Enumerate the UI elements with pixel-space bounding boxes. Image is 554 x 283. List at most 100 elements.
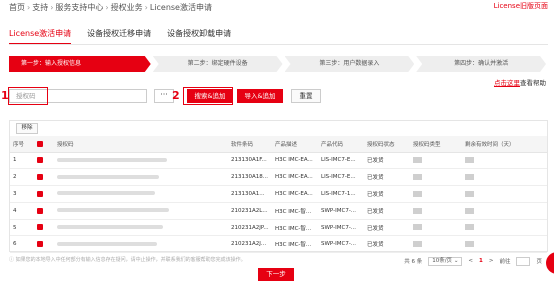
next-page-button[interactable]: > (489, 258, 494, 264)
step-progress: 第一步：输入授权信息 第二步：绑定硬件设备 第三步：用户数据录入 第四步：确认并… (9, 56, 548, 72)
row-code: SWP-IMC7-... (318, 235, 364, 254)
table-row[interactable]: 1 213130A1F... H3C IMC-EA... LIS-IMC7-E.… (10, 152, 547, 170)
row-status: 已发货 (364, 185, 410, 203)
row-code: LIS-IMC7-1... (318, 185, 364, 203)
row-code: LIS-IMC7-E... (318, 152, 364, 170)
row-checkbox[interactable] (37, 190, 43, 197)
breadcrumb-service-center[interactable]: 服务支持中心 (55, 3, 103, 12)
row-checkbox[interactable] (37, 157, 43, 164)
row-desc: H3C IMC-EA... (272, 185, 318, 203)
row-index: 5 (10, 219, 34, 237)
prev-page-button[interactable]: < (468, 258, 473, 264)
row-barcode: 210231A2JP... (228, 219, 272, 237)
row-status: 已发货 (364, 219, 410, 237)
row-desc: H3C IMC-智... (272, 235, 318, 254)
col-software-barcode: 软件条码 (228, 136, 272, 153)
redacted-remaining-days (465, 190, 474, 197)
row-code: LIS-IMC7-E... (318, 168, 364, 187)
row-checkbox[interactable] (37, 207, 43, 214)
goto-label: 前往 (499, 259, 511, 265)
annotation-box-1 (8, 87, 48, 105)
row-barcode: 210231A2L... (228, 202, 272, 220)
redacted-license-type (413, 173, 422, 180)
step-2: 第二步：绑定硬件设备 (153, 56, 283, 72)
redacted-license-type (413, 224, 422, 231)
row-desc: H3C IMC-智... (272, 219, 318, 237)
row-status: 已发货 (364, 202, 410, 220)
col-license-status: 授权码状态 (364, 136, 410, 153)
license-table: 序号 授权码 软件条码 产品描述 产品代码 授权码状态 授权码类型 剩余有效时间… (10, 136, 547, 254)
redacted-remaining-days (465, 241, 474, 248)
row-code: SWP-IMC7-... (318, 202, 364, 220)
page-number-current[interactable]: 1 (479, 258, 483, 264)
annotation-number-1: 1 (1, 89, 9, 102)
table-row[interactable]: 2 213130A18... H3C IMC-EA... LIS-IMC7-E.… (10, 168, 547, 187)
select-all-checkbox[interactable] (37, 140, 43, 147)
row-desc: H3C IMC-EA... (272, 152, 318, 170)
notice-label: 如果您的本地导入中任何部分有输入信息存在疑问，请中止操作，并联系我们的客服帮助您… (15, 257, 246, 263)
breadcrumb: 首页 › 支持 › 服务支持中心 › 授权业务 › License激活申请 (9, 2, 212, 13)
breadcrumb-separator: › (27, 3, 31, 12)
info-icon: ⓘ (9, 257, 15, 263)
table-row[interactable]: 3 213130A1... H3C IMC-EA... LIS-IMC7-1..… (10, 185, 547, 203)
step-3: 第三步：用户数据录入 (285, 56, 415, 72)
breadcrumb-separator: › (144, 3, 148, 12)
redacted-remaining-days (465, 157, 474, 164)
tab-divider (9, 44, 548, 45)
col-product-desc: 产品描述 (272, 136, 318, 153)
row-barcode: 213130A18... (228, 168, 272, 187)
table-row[interactable]: 5 210231A2JP... H3C IMC-智... SWP-IMC7-..… (10, 219, 547, 237)
col-index: 序号 (10, 136, 34, 153)
breadcrumb-separator: › (105, 3, 109, 12)
row-index: 3 (10, 185, 34, 203)
redacted-license-code (57, 225, 163, 230)
remove-button[interactable]: 移除 (16, 123, 38, 134)
row-index: 1 (10, 152, 34, 170)
row-index: 6 (10, 235, 34, 254)
page-size-label: 10条/页 (432, 257, 453, 264)
table-row[interactable]: 6 210231A2J... H3C IMC-智... SWP-IMC7-...… (10, 235, 547, 254)
next-step-button[interactable]: 下一步 (258, 268, 294, 281)
help-link[interactable]: 点击这里 (494, 79, 520, 87)
tab-license-uninstall[interactable]: 设备授权卸载申请 (167, 28, 231, 45)
breadcrumb-license-business[interactable]: 授权业务 (111, 3, 143, 12)
redacted-license-type (413, 157, 422, 164)
col-remaining-days: 剩余有效时间（天） (462, 136, 547, 153)
floating-chat-button[interactable] (546, 252, 554, 274)
license-table-panel: 移除 序号 授权码 软件条码 产品描述 产品代码 授权码状态 授权码类型 剩余有… (9, 120, 548, 254)
row-checkbox[interactable] (37, 173, 43, 180)
redacted-license-code (57, 241, 157, 246)
annotation-box-2 (183, 87, 233, 105)
row-barcode: 210231A2J... (228, 235, 272, 254)
more-options-button[interactable]: ··· (154, 89, 174, 103)
pager-total: 共 6 条 (404, 259, 423, 265)
breadcrumb-home[interactable]: 首页 (9, 3, 25, 12)
tab-license-activation[interactable]: License激活申请 (9, 28, 72, 45)
notice-text: ⓘ 如果您的本地导入中任何部分有输入信息存在疑问，请中止操作，并联系我们的客服帮… (9, 256, 246, 263)
goto-page-input[interactable] (516, 256, 531, 266)
tab-license-migration[interactable]: 设备授权迁移申请 (87, 28, 151, 45)
row-status: 已发货 (364, 168, 410, 187)
old-page-link[interactable]: License旧版页面 (494, 1, 548, 11)
row-desc: H3C IMC-智... (272, 202, 318, 220)
reset-button[interactable]: 重置 (291, 89, 321, 103)
col-select-all[interactable] (34, 136, 54, 153)
page-size-select[interactable]: 10条/页 ⌄ (428, 256, 463, 266)
import-add-button[interactable]: 导入&追加 (237, 89, 283, 103)
row-checkbox[interactable] (37, 241, 43, 248)
row-status: 已发货 (364, 235, 410, 254)
help-text: 点击这里查看帮助 (494, 77, 546, 87)
row-barcode: 213130A1... (228, 185, 272, 203)
col-license-type: 授权码类型 (410, 136, 462, 153)
row-checkbox[interactable] (37, 224, 43, 231)
table-row[interactable]: 4 210231A2L... H3C IMC-智... SWP-IMC7-...… (10, 202, 547, 220)
breadcrumb-support[interactable]: 支持 (32, 3, 48, 12)
redacted-license-code (57, 174, 159, 179)
row-status: 已发货 (364, 152, 410, 170)
page-unit-label: 页 (536, 259, 542, 265)
tab-bar: License激活申请 设备授权迁移申请 设备授权卸载申请 (9, 28, 231, 45)
row-code: SWP-IMC7-... (318, 219, 364, 237)
row-barcode: 213130A1F... (228, 152, 272, 170)
annotation-number-2: 2 (172, 89, 180, 102)
row-desc: H3C IMC-EA... (272, 168, 318, 187)
